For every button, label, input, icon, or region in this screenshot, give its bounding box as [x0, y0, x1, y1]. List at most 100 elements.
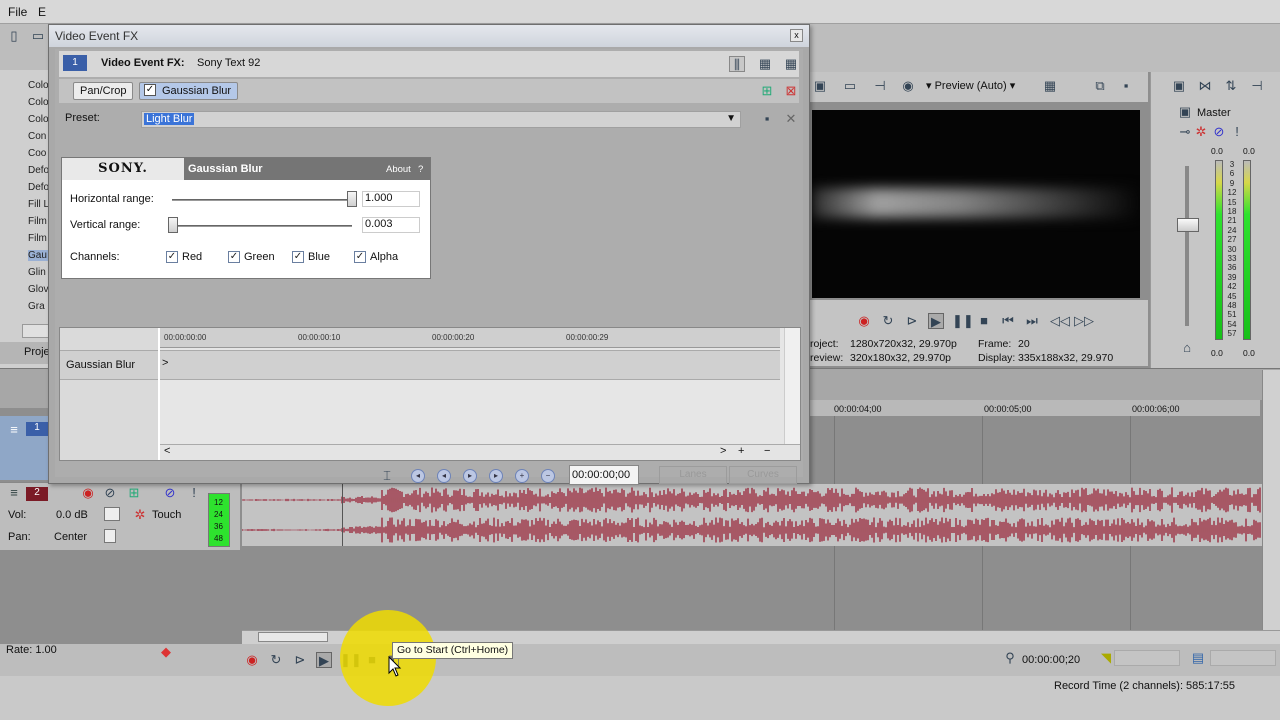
keyframe-ruler[interactable]: 00:00:00:00 00:00:00:10 00:00:00:20 00:0…	[160, 328, 780, 348]
play-from-start-icon[interactable]: ⊳	[292, 652, 308, 668]
rate-slider-icon[interactable]: ◆	[158, 644, 174, 660]
menu-edit[interactable]: E	[38, 5, 46, 19]
last-keyframe-icon[interactable]: ▸	[489, 469, 503, 483]
explorer-hscroll[interactable]	[22, 324, 50, 338]
explorer-item[interactable]: Colo	[28, 97, 50, 108]
solo-icon[interactable]: !	[1229, 124, 1245, 140]
volume-slider-thumb[interactable]	[104, 507, 120, 521]
downmix-icon[interactable]: ⋈	[1197, 78, 1213, 94]
blue-channel-checkbox[interactable]: ✓	[292, 251, 304, 263]
copy-snapshot-icon[interactable]: ⧉	[1092, 78, 1108, 94]
explorer-item[interactable]: Gra	[28, 301, 50, 312]
properties-icon[interactable]: ▣	[812, 78, 828, 94]
split-icon[interactable]: ⊣	[872, 78, 888, 94]
explorer-item[interactable]: Defo	[28, 182, 50, 193]
horizontal-range-thumb[interactable]	[347, 191, 357, 207]
first-keyframe-icon[interactable]: ◂	[411, 469, 425, 483]
monitor-icon[interactable]: ▭	[842, 78, 858, 94]
explorer-item[interactable]: Film	[28, 233, 50, 244]
selection-length[interactable]	[1114, 650, 1180, 666]
alpha-channel-checkbox[interactable]: ✓	[354, 251, 366, 263]
vertical-range-value[interactable]: 0.003	[362, 217, 420, 233]
pan-value[interactable]: Center	[54, 531, 87, 543]
audio-track-header[interactable]: ≡ 2 ◉ ⊘ ⊞ ⊘ ! Vol: 0.0 dB ✲ Touch Pan: C…	[0, 482, 240, 550]
preset-value[interactable]: Light Blur	[144, 113, 195, 125]
keyframe-cursor[interactable]	[158, 328, 160, 460]
dim-icon[interactable]: ⇅	[1223, 78, 1239, 94]
grid-view-icon[interactable]: ▦	[757, 56, 773, 72]
detail-view-icon[interactable]: ▦	[783, 56, 799, 72]
automation-mode[interactable]: Touch	[152, 509, 181, 521]
preview-quality-select[interactable]: ▾ Preview (Auto) ▾	[926, 79, 1015, 92]
chevron-down-icon[interactable]: ▼	[726, 113, 736, 124]
red-channel-checkbox[interactable]: ✓	[166, 251, 178, 263]
loop-icon[interactable]: ↻	[268, 652, 284, 668]
menu-file[interactable]: File	[8, 5, 27, 19]
close-icon[interactable]: x	[790, 29, 803, 42]
horizontal-range-slider[interactable]	[172, 199, 352, 201]
explorer-item[interactable]: Colo	[28, 114, 50, 125]
stop-icon[interactable]: ■	[976, 313, 992, 329]
delete-keyframe-icon[interactable]: −	[541, 469, 555, 483]
lanes-button[interactable]: Lanes	[659, 466, 727, 484]
track-menu-icon[interactable]: ≡	[6, 422, 22, 438]
delete-preset-icon[interactable]: ✕	[783, 111, 799, 127]
playhead[interactable]	[342, 480, 343, 546]
track-menu-icon[interactable]: ≡	[6, 485, 22, 501]
volume-value[interactable]: 0.0 dB	[56, 509, 88, 521]
help-icon[interactable]: ?	[418, 164, 423, 175]
open-folder-icon[interactable]: ▭	[30, 28, 46, 44]
selection-icon[interactable]: ◥	[1098, 650, 1114, 666]
next-keyframe-icon[interactable]: ▸	[463, 469, 477, 483]
keyframe-time[interactable]: 00:00:00;00	[569, 465, 639, 485]
marker-icon[interactable]: ⚲	[1002, 650, 1018, 666]
lock-icon[interactable]: ⌂	[1179, 340, 1195, 356]
explorer-item[interactable]: Coo	[28, 148, 50, 159]
save-snapshot-icon[interactable]: ▪	[1118, 78, 1134, 94]
plugin-chain-icon[interactable]: ⊞	[759, 83, 775, 99]
snapshot-icon[interactable]: ▤	[1190, 650, 1206, 666]
dialog-titlebar[interactable]: Video Event FX x	[49, 25, 809, 47]
explorer-item[interactable]: Glov	[28, 284, 50, 295]
chevron-right-icon[interactable]: >	[162, 357, 168, 369]
green-channel-checkbox[interactable]: ✓	[228, 251, 240, 263]
play-icon[interactable]: ▶	[316, 652, 332, 668]
automation-icon[interactable]: ⊸	[1177, 124, 1193, 140]
keyframe-vscroll[interactable]	[784, 328, 800, 446]
pan-slider-thumb[interactable]	[104, 529, 116, 543]
new-icon[interactable]: ▯	[6, 28, 22, 44]
cursor-position[interactable]: 00:00:00;20	[1022, 654, 1080, 666]
timeline-vscroll[interactable]	[1262, 370, 1280, 644]
fx-icon[interactable]: ✲	[1193, 124, 1209, 140]
rewind-icon[interactable]: ◁◁	[1050, 313, 1070, 329]
master-fader-thumb[interactable]	[1177, 218, 1199, 232]
record-icon[interactable]: ◉	[244, 652, 260, 668]
curves-button[interactable]: Curves	[729, 466, 797, 484]
list-view-icon[interactable]: ⫼	[729, 56, 745, 72]
audio-event[interactable]	[241, 484, 1262, 546]
mono-icon[interactable]: ⊣	[1249, 78, 1265, 94]
fast-forward-icon[interactable]: ▷▷	[1074, 313, 1094, 329]
grid-icon[interactable]: ▦	[1042, 78, 1058, 94]
add-keyframe-icon[interactable]: +	[515, 469, 529, 483]
play-icon[interactable]: ▶	[928, 313, 944, 329]
explorer-item[interactable]: Defo	[28, 165, 50, 176]
properties-icon[interactable]: ▣	[1171, 78, 1187, 94]
explorer-item[interactable]: Glin	[28, 267, 50, 278]
play-from-start-icon[interactable]: ⊳	[904, 313, 920, 329]
keyframe-track[interactable]: Gaussian Blur >	[60, 350, 780, 380]
overlay-icon[interactable]: ◉	[900, 78, 916, 94]
mute-icon[interactable]: ⊘	[1211, 124, 1227, 140]
vertical-range-thumb[interactable]	[167, 217, 178, 233]
save-preset-icon[interactable]: ▪	[759, 111, 775, 127]
explorer-item-selected[interactable]: Gau	[28, 250, 50, 261]
explorer-item[interactable]: Fill L	[28, 199, 50, 210]
vertical-range-slider[interactable]	[172, 225, 352, 227]
sync-cursor-icon[interactable]: ⌶	[379, 468, 395, 484]
prev-frame-icon[interactable]: ⏮	[1000, 313, 1016, 329]
horizontal-range-value[interactable]: 1.000	[362, 191, 420, 207]
about-button[interactable]: About	[386, 164, 411, 175]
snapshot-field[interactable]	[1210, 650, 1276, 666]
record-icon[interactable]: ◉	[856, 313, 872, 329]
pause-icon[interactable]: ❚❚	[952, 313, 974, 329]
